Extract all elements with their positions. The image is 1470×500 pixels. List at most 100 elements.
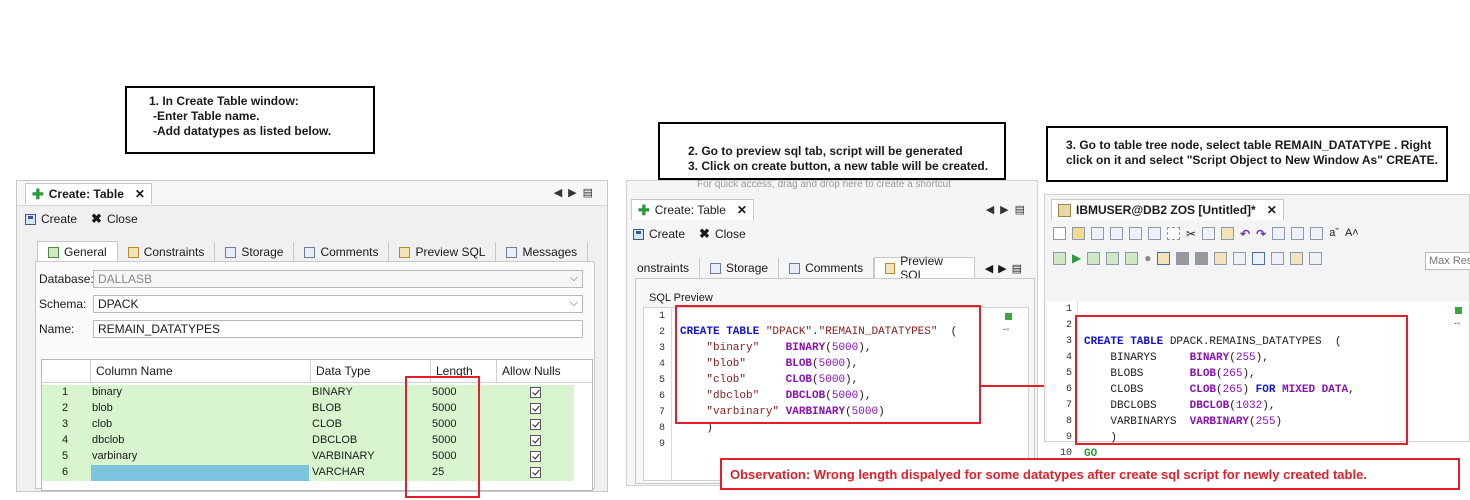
- allow-nulls-checkbox[interactable]: [530, 403, 541, 414]
- close-button[interactable]: ✖ Close: [91, 211, 138, 227]
- table-row[interactable]: 4 dbclob DBCLOB 5000: [42, 433, 574, 449]
- select-icon[interactable]: [1167, 227, 1180, 240]
- tab-general[interactable]: General: [37, 241, 118, 262]
- row-data-type[interactable]: VARCHAR: [312, 466, 365, 478]
- create-button[interactable]: Create: [633, 227, 685, 241]
- tab-comments[interactable]: Comments: [779, 258, 875, 278]
- replace-icon[interactable]: [1291, 227, 1305, 240]
- row-number: 3: [62, 418, 69, 430]
- save-icon[interactable]: [1091, 227, 1104, 240]
- tab-comments[interactable]: Comments: [294, 242, 390, 262]
- line-number: 4: [658, 359, 665, 370]
- tab-script[interactable]: IBMUSER@DB2 ZOS [Untitled]* ✕: [1051, 199, 1284, 220]
- tab-preview-sql[interactable]: Preview SQL: [874, 254, 975, 282]
- table-row[interactable]: 6 VARCHAR 25: [42, 465, 574, 481]
- row-column-name[interactable]: clob: [92, 418, 112, 430]
- table-row[interactable]: 3 clob CLOB 5000: [42, 417, 574, 433]
- table-row[interactable]: 5 varbinary VARBINARY 5000: [42, 449, 574, 465]
- save-as-icon[interactable]: [1110, 227, 1123, 240]
- database-select[interactable]: DALLASB ⌵: [93, 270, 583, 288]
- length-highlight-box: [405, 376, 480, 498]
- selected-cell[interactable]: [91, 465, 309, 481]
- tab-messages[interactable]: Messages: [496, 242, 589, 262]
- tab-preview-sql[interactable]: Preview SQL: [389, 242, 497, 262]
- tab-storage[interactable]: Storage: [215, 242, 295, 262]
- marker-arrow-icon: -◦: [1003, 324, 1010, 334]
- stop-icon[interactable]: ●: [1144, 251, 1151, 265]
- tab-create-table[interactable]: ✚ Create: Table ✕: [631, 199, 754, 220]
- font-smaller-icon[interactable]: aˇ: [1329, 227, 1339, 241]
- save-icon: [633, 228, 644, 240]
- preview-sql-highlight-box: [675, 305, 981, 424]
- export-icon[interactable]: [1309, 251, 1323, 265]
- text-results-icon[interactable]: [1271, 251, 1285, 265]
- sql-assist-icon[interactable]: [1214, 251, 1228, 265]
- line-number: 8: [1065, 416, 1072, 427]
- row-data-type[interactable]: BINARY: [312, 386, 353, 398]
- allow-nulls-checkbox[interactable]: [530, 435, 541, 446]
- cut-icon[interactable]: ✂: [1186, 227, 1196, 241]
- tab-constraints[interactable]: Constraints: [118, 242, 216, 262]
- history-icon[interactable]: [1195, 251, 1209, 265]
- allow-nulls-checkbox[interactable]: [530, 419, 541, 430]
- auto-commit-icon[interactable]: [1157, 251, 1171, 265]
- close-tab-icon[interactable]: ✕: [1267, 203, 1277, 217]
- tab-constraints[interactable]: onstraints: [635, 258, 701, 278]
- row-column-name[interactable]: varbinary: [92, 450, 137, 462]
- row-data-type[interactable]: BLOB: [312, 402, 341, 414]
- find-icon[interactable]: [1272, 227, 1286, 240]
- allow-nulls-checkbox[interactable]: [530, 387, 541, 398]
- redo-icon[interactable]: ↷: [1256, 227, 1266, 241]
- editor-tabs: General Constraints Storage Comments Pre…: [37, 241, 589, 262]
- tab-storage[interactable]: Storage: [700, 258, 780, 278]
- preview-sql-icon: [885, 262, 896, 274]
- paste-icon[interactable]: [1221, 227, 1235, 240]
- line-number: 4: [1065, 352, 1072, 363]
- create-button[interactable]: Create: [25, 212, 77, 226]
- max-results-input[interactable]: Max Resu: [1425, 252, 1470, 270]
- save-all-icon[interactable]: [1129, 227, 1142, 240]
- commit-icon[interactable]: [1125, 251, 1139, 265]
- explain-icon[interactable]: [1106, 251, 1120, 265]
- schema-select[interactable]: DPACK ⌵: [93, 295, 583, 313]
- allow-nulls-checkbox[interactable]: [530, 467, 541, 478]
- print-icon[interactable]: [1148, 227, 1161, 240]
- callout-line: -Add datatypes as listed below.: [153, 124, 332, 138]
- row-column-name[interactable]: blob: [92, 402, 113, 414]
- tab-scroll-icon[interactable]: ◀▶▤: [975, 258, 1037, 278]
- close-icon: ✖: [699, 226, 710, 241]
- comment-icon[interactable]: [1233, 251, 1247, 265]
- close-tab-icon[interactable]: ✕: [737, 203, 747, 217]
- table-row[interactable]: 2 blob BLOB 5000: [42, 401, 574, 417]
- tab-navigation-icon[interactable]: ◀▶▤: [986, 203, 1031, 216]
- clear-icon[interactable]: [1310, 227, 1324, 240]
- row-column-name[interactable]: binary: [92, 386, 122, 398]
- allow-nulls-checkbox[interactable]: [530, 451, 541, 462]
- row-data-type[interactable]: DBCLOB: [312, 434, 357, 446]
- callout-line: 1. In Create Table window:: [149, 94, 299, 108]
- table-name-input[interactable]: REMAIN_DATATYPES: [93, 320, 583, 338]
- close-tab-icon[interactable]: ✕: [135, 187, 145, 201]
- copy-icon[interactable]: [1202, 227, 1216, 240]
- grid-results-icon[interactable]: [1252, 251, 1266, 265]
- table-row[interactable]: 1 binary BINARY 5000: [42, 385, 574, 401]
- header-data-type: Data Type: [316, 364, 371, 378]
- open-icon[interactable]: [1072, 227, 1085, 240]
- new-icon[interactable]: [1053, 227, 1066, 240]
- create-label: Create: [41, 212, 78, 226]
- row-data-type[interactable]: VARBINARY: [312, 450, 375, 462]
- execute-icon[interactable]: ▶: [1072, 251, 1081, 265]
- tab-navigation-icon[interactable]: ◀▶▤: [554, 186, 599, 199]
- execute-all-icon[interactable]: [1053, 251, 1066, 265]
- row-column-name[interactable]: dbclob: [92, 434, 124, 446]
- undo-icon[interactable]: ↶: [1240, 227, 1250, 241]
- tab-label: Comments: [805, 261, 864, 275]
- row-data-type[interactable]: CLOB: [312, 418, 342, 430]
- execute-current-icon[interactable]: [1087, 251, 1101, 265]
- font-larger-icon[interactable]: A˄: [1345, 227, 1359, 241]
- options-icon[interactable]: [1290, 251, 1304, 265]
- tab-create-table[interactable]: ✚ Create: Table ✕: [25, 183, 152, 204]
- general-icon: [48, 246, 59, 258]
- close-button[interactable]: ✖ Close: [699, 226, 746, 242]
- format-icon[interactable]: [1176, 251, 1190, 265]
